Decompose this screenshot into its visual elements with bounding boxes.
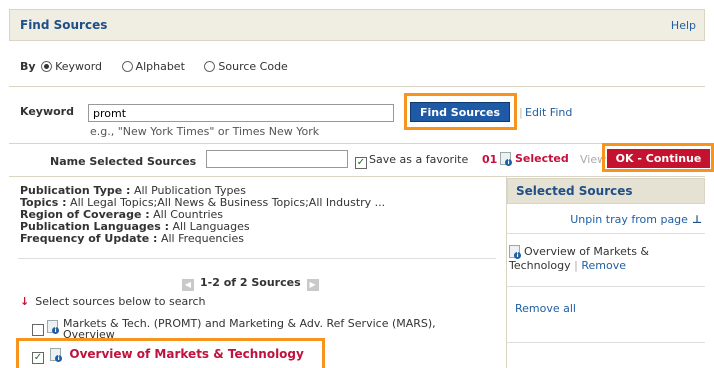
- selected-label: Selected: [515, 152, 569, 165]
- save-favorite[interactable]: ✓ Save as a favorite: [355, 153, 468, 169]
- checkbox-checked-icon[interactable]: ✓: [32, 352, 44, 364]
- pager-text: 1-2 of 2 Sources: [200, 276, 301, 289]
- radio-on-icon[interactable]: [41, 61, 53, 72]
- radio-off-icon[interactable]: [204, 61, 216, 72]
- help-link[interactable]: Help: [671, 19, 696, 32]
- select-prompt: ↓ Select sources below to search: [20, 295, 206, 308]
- divider: [507, 233, 705, 234]
- divider: [18, 258, 496, 259]
- document-info-icon: i: [50, 348, 63, 362]
- next-page-icon[interactable]: ▶: [306, 279, 319, 291]
- pager: ◀ 1-2 of 2 Sources ▶: [176, 276, 325, 291]
- select-prompt-text: Select sources below to search: [35, 295, 206, 308]
- tray-item: i Overview of Markets & Technology | Remo…: [509, 245, 699, 273]
- unpin-link[interactable]: Unpin tray from page: [570, 213, 688, 226]
- favorite-label: Save as a favorite: [369, 153, 469, 166]
- find-sources-button[interactable]: Find Sources: [410, 102, 510, 122]
- result-label[interactable]: Markets & Tech. (PROMT) and Marketing & …: [63, 318, 453, 340]
- divider: [9, 86, 705, 87]
- name-selected-label: Name Selected Sources: [50, 155, 197, 168]
- filter-frequency: Frequency of Update : All Frequencies: [20, 232, 244, 245]
- selected-count: 01: [482, 153, 498, 166]
- divider: [9, 143, 705, 144]
- radio-label: Keyword: [55, 60, 103, 73]
- unpin-tray[interactable]: Unpin tray from page ⊥: [570, 213, 702, 226]
- edit-find-link[interactable]: Edit Find: [525, 106, 572, 119]
- keyword-input[interactable]: [88, 104, 394, 122]
- radio-source-code[interactable]: Source Code: [202, 60, 288, 73]
- checkbox-checked-icon[interactable]: ✓: [355, 157, 367, 169]
- radio-alphabet[interactable]: Alphabet: [120, 60, 185, 73]
- divider: [507, 342, 705, 343]
- selected-indicator: i Selected: [500, 152, 569, 166]
- document-info-icon: i: [47, 320, 59, 334]
- page-title: Find Sources: [20, 18, 108, 32]
- remove-link[interactable]: Remove: [581, 259, 626, 272]
- selected-sources-title: Selected Sources: [516, 184, 633, 198]
- separator: |: [574, 259, 578, 272]
- tray-item-label: Overview of Markets & Technology: [509, 245, 650, 272]
- remove-all-link[interactable]: Remove all: [515, 302, 576, 315]
- result-label[interactable]: Overview of Markets & Technology: [69, 347, 303, 361]
- filter-summary: Publication Type : All Publication Types…: [20, 185, 385, 245]
- divider: [507, 286, 705, 287]
- name-selected-input[interactable]: [206, 150, 348, 168]
- checkbox-unchecked-icon[interactable]: [32, 324, 44, 336]
- divider: [9, 176, 705, 177]
- panel-divider: [506, 176, 507, 368]
- radio-off-icon[interactable]: [121, 61, 133, 72]
- radio-keyword[interactable]: Keyword: [39, 60, 102, 73]
- document-info-icon: i: [509, 245, 521, 259]
- keyword-label: Keyword: [20, 105, 74, 118]
- search-by-label: By: [20, 60, 36, 73]
- radio-label: Alphabet: [135, 60, 185, 73]
- selected-sources-header: Selected Sources: [507, 178, 705, 204]
- ok-continue-button[interactable]: OK - Continue: [607, 149, 710, 168]
- document-info-icon: i: [500, 152, 512, 166]
- radio-label: Source Code: [218, 60, 288, 73]
- search-by-row: By Keyword Alphabet Source Code: [20, 60, 302, 73]
- separator: |: [519, 106, 523, 119]
- arrow-down-icon: ↓: [20, 295, 30, 308]
- keyword-hint: e.g., "New York Times" or Times New York: [90, 125, 320, 138]
- pin-icon[interactable]: ⊥: [692, 213, 702, 226]
- prev-page-icon[interactable]: ◀: [182, 279, 194, 291]
- list-item[interactable]: ✓ i Overview of Markets & Technology: [32, 347, 304, 364]
- find-sources-header: Find Sources Help: [9, 9, 705, 41]
